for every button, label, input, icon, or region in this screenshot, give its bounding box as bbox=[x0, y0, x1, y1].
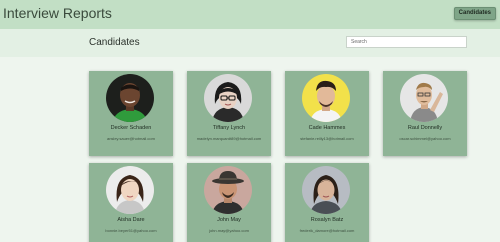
candidate-email: john.may@yahoo.com bbox=[209, 228, 249, 233]
candidate-card[interactable]: Aisha Dare bonnie.beyer51@yahoo.com bbox=[89, 163, 173, 242]
candidate-card[interactable]: Tiffany Lynch madelyn.marquardt89@hotmai… bbox=[187, 71, 271, 156]
candidate-card[interactable]: Rosalyn Batz frederik_damore@hotmail.com bbox=[285, 163, 369, 242]
candidate-avatar bbox=[302, 74, 350, 122]
candidate-avatar bbox=[204, 74, 252, 122]
candidate-name: Cade Hammes bbox=[308, 125, 346, 131]
candidate-name: John May bbox=[217, 217, 241, 223]
candidate-card[interactable]: John May john.may@yahoo.com bbox=[187, 163, 271, 242]
page-title: Candidates bbox=[89, 37, 140, 48]
candidate-card[interactable]: Cade Hammes stefanie.reilly13@hotmail.co… bbox=[285, 71, 369, 156]
candidate-name: Rosalyn Batz bbox=[310, 217, 344, 223]
candidate-avatar bbox=[400, 74, 448, 122]
candidate-avatar bbox=[106, 166, 154, 214]
candidate-name: Decker Schaden bbox=[110, 125, 152, 131]
candidate-name: Aisha Dare bbox=[117, 217, 145, 223]
candidate-email: ansley.sauer@hotmail.com bbox=[106, 136, 155, 141]
candidate-email: oscar.schimmel@yahoo.com bbox=[399, 136, 451, 141]
candidate-email: stefanie.reilly13@hotmail.com bbox=[300, 136, 354, 141]
candidate-email: madelyn.marquardt89@hotmail.com bbox=[196, 136, 262, 141]
app-title: Interview Reports bbox=[3, 5, 112, 21]
candidate-email: bonnie.beyer51@yahoo.com bbox=[105, 228, 157, 233]
candidate-name: Raul Donnelly bbox=[407, 125, 443, 131]
candidate-name: Tiffany Lynch bbox=[212, 125, 246, 131]
candidate-avatar bbox=[106, 74, 154, 122]
search-input[interactable] bbox=[346, 36, 467, 48]
candidate-avatar bbox=[204, 166, 252, 214]
candidates-nav-button[interactable]: Candidates bbox=[453, 7, 496, 20]
candidate-email: frederik_damore@hotmail.com bbox=[299, 228, 355, 233]
candidate-card[interactable]: Decker Schaden ansley.sauer@hotmail.com bbox=[89, 71, 173, 156]
candidate-avatar bbox=[302, 166, 350, 214]
top-bar: Interview Reports Candidates bbox=[0, 0, 500, 29]
candidate-card[interactable]: Raul Donnelly oscar.schimmel@yahoo.com bbox=[383, 71, 467, 156]
